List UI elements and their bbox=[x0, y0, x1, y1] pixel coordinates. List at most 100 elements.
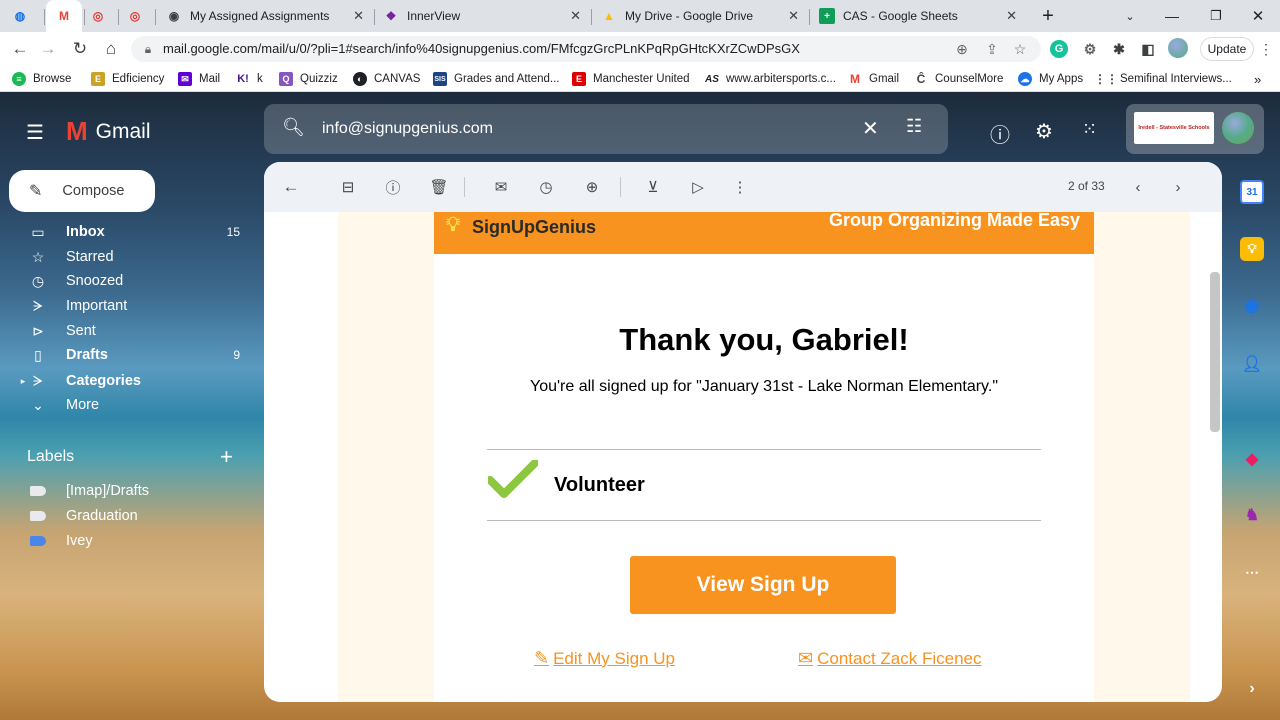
bookmark[interactable]: ◐ CANVAS bbox=[353, 70, 420, 88]
label-item[interactable]: [Imap]/Drafts bbox=[0, 480, 264, 502]
nav-item-more[interactable]: ⌄ More bbox=[0, 393, 264, 417]
reload-icon[interactable]: ↻ bbox=[68, 37, 92, 61]
show-side-panel-chevron-icon[interactable]: › bbox=[1240, 677, 1264, 701]
contacts-icon[interactable]: 👤︎ bbox=[1240, 352, 1264, 376]
calendar-icon[interactable]: 31 bbox=[1240, 180, 1264, 204]
label-item[interactable]: Graduation bbox=[0, 505, 264, 527]
addon-unicorn-icon[interactable]: ♞ bbox=[1240, 503, 1264, 527]
more-addons-icon[interactable]: ⋯ bbox=[1240, 560, 1264, 584]
older-chevron-icon[interactable]: › bbox=[1168, 177, 1188, 197]
newer-chevron-icon[interactable]: ‹ bbox=[1128, 177, 1148, 197]
nav-item-sent[interactable]: ⊳ Sent bbox=[0, 319, 264, 343]
bookmark[interactable]: M Gmail bbox=[848, 70, 899, 88]
back-arrow-icon[interactable]: ← bbox=[8, 37, 32, 61]
forward-arrow-icon[interactable]: → bbox=[36, 37, 60, 61]
bookmark[interactable]: Ĉ CounselMore bbox=[914, 70, 1004, 88]
more-options-icon[interactable]: ⋮ bbox=[730, 177, 750, 197]
account-avatar[interactable] bbox=[1222, 112, 1254, 144]
tab-search-chevron-icon[interactable]: ⌄ bbox=[1110, 0, 1150, 32]
bookmark[interactable]: ☁ My Apps bbox=[1018, 70, 1083, 88]
nav-item-categories[interactable]: ▸ ᗒ Categories bbox=[0, 369, 264, 393]
close-icon[interactable]: ✕ bbox=[1006, 8, 1017, 24]
bookmark[interactable]: AS www.arbitersports.c... bbox=[705, 70, 836, 88]
clear-search-icon[interactable]: ✕ bbox=[862, 116, 879, 141]
main-menu-icon[interactable]: ☰ bbox=[26, 120, 44, 145]
help-icon[interactable]: ⓘ bbox=[990, 119, 1010, 148]
nav-item-starred[interactable]: ☆ Starred bbox=[0, 245, 264, 269]
nav-item-inbox[interactable]: ▭ Inbox 15 bbox=[0, 220, 264, 244]
tab-gmail[interactable]: M bbox=[46, 0, 82, 32]
snooze-clock-icon[interactable]: ◷ bbox=[536, 177, 556, 197]
nav-item-drafts[interactable]: ▯ Drafts 9 bbox=[0, 343, 264, 367]
divider bbox=[487, 520, 1041, 521]
bookmark[interactable]: ✉ Mail bbox=[178, 70, 220, 88]
tab-innerview[interactable]: ❖ InnerView ✕ bbox=[383, 0, 589, 32]
nav-item-snoozed[interactable]: ◷ Snoozed bbox=[0, 269, 264, 293]
bookmark[interactable]: Q Quizziz bbox=[279, 70, 338, 88]
zoom-icon[interactable]: ⊕ bbox=[953, 40, 971, 58]
label-icon[interactable]: ▷ bbox=[688, 177, 708, 197]
gmail-logo[interactable]: M Gmail bbox=[66, 116, 151, 147]
tab-lifebuoy-1[interactable]: ◎ bbox=[90, 0, 114, 32]
apps-grid-icon[interactable]: ⁙ bbox=[1082, 119, 1097, 140]
scrollbar[interactable] bbox=[1210, 272, 1220, 432]
kebab-menu-icon[interactable]: ⋮ bbox=[1254, 37, 1278, 61]
add-task-icon[interactable]: ⊕ bbox=[582, 177, 602, 197]
lock-icon[interactable]: 🔒︎ bbox=[139, 40, 157, 58]
addon-icon[interactable]: ◆ bbox=[1240, 447, 1264, 471]
close-icon[interactable]: ✕ bbox=[353, 8, 364, 24]
minimize-icon[interactable]: — bbox=[1152, 0, 1192, 32]
update-button[interactable]: Update bbox=[1200, 37, 1254, 61]
view-sign-up-button[interactable]: View Sign Up bbox=[630, 556, 896, 614]
bookmark[interactable]: K! k bbox=[236, 70, 263, 88]
extension-gear-icon[interactable]: ⚙ bbox=[1081, 40, 1099, 58]
tab-drive[interactable]: ▲ My Drive - Google Drive ✕ bbox=[601, 0, 807, 32]
account-switcher[interactable]: Iredell - Statesville Schools bbox=[1126, 104, 1264, 154]
edit-sign-up-link[interactable]: ✎ Edit My Sign Up bbox=[534, 648, 675, 669]
mark-unread-icon[interactable]: ✉ bbox=[491, 177, 511, 197]
nav-item-important[interactable]: ᗒ Important bbox=[0, 294, 264, 318]
grammarly-icon[interactable]: G bbox=[1050, 40, 1068, 58]
compose-button[interactable]: ✎ Compose bbox=[9, 170, 155, 212]
spotify-icon: ≡ bbox=[12, 72, 26, 86]
search-bar[interactable]: 🔍︎ info@signupgenius.com ✕ ☷ bbox=[264, 104, 948, 154]
tab-att[interactable]: ◍ bbox=[12, 0, 40, 32]
tasks-icon[interactable]: ◉ bbox=[1240, 294, 1264, 318]
close-icon[interactable]: ✕ bbox=[570, 8, 581, 24]
delete-trash-icon[interactable]: 🗑︎ bbox=[429, 177, 449, 197]
back-to-list-arrow-icon[interactable]: ← bbox=[281, 177, 301, 197]
home-icon[interactable]: ⌂ bbox=[99, 37, 123, 61]
restore-icon[interactable]: ❐ bbox=[1196, 0, 1236, 32]
extensions-puzzle-icon[interactable]: ✱ bbox=[1110, 40, 1128, 58]
bookmark[interactable]: ≡ Browse bbox=[12, 70, 71, 88]
share-icon[interactable]: ⇪ bbox=[983, 40, 1001, 58]
search-input[interactable]: info@signupgenius.com bbox=[322, 120, 493, 138]
tab-sheets[interactable]: + CAS - Google Sheets ✕ bbox=[819, 0, 1025, 32]
report-spam-icon[interactable]: ⓘ bbox=[383, 177, 403, 197]
add-label-plus-icon[interactable]: + bbox=[220, 444, 233, 470]
bookmark-star-icon[interactable]: ☆ bbox=[1011, 40, 1029, 58]
bookmark[interactable]: E Manchester United bbox=[572, 70, 690, 88]
tab-assignments[interactable]: ◉ My Assigned Assignments ✕ bbox=[166, 0, 372, 32]
address-bar[interactable]: 🔒︎ mail.google.com/mail/u/0/?pli=1#searc… bbox=[131, 36, 1041, 62]
tab-lifebuoy-2[interactable]: ◎ bbox=[127, 0, 151, 32]
archive-icon[interactable]: ⊟ bbox=[338, 177, 358, 197]
side-panel-icon[interactable]: ◧ bbox=[1139, 40, 1157, 58]
search-options-icon[interactable]: ☷ bbox=[906, 116, 922, 137]
label-item[interactable]: Ivey bbox=[0, 530, 264, 552]
bookmarks-overflow-icon[interactable]: » bbox=[1254, 70, 1261, 88]
profile-avatar[interactable] bbox=[1168, 38, 1188, 58]
contact-organizer-link[interactable]: ✉ Contact Zack Ficenec bbox=[798, 648, 982, 669]
new-tab-plus-icon[interactable]: + bbox=[1028, 0, 1068, 32]
bookmark-label: Semifinal Interviews... bbox=[1120, 73, 1232, 85]
bookmark[interactable]: E Edficiency bbox=[91, 70, 164, 88]
search-icon[interactable]: 🔍︎ bbox=[282, 117, 305, 138]
window-close-icon[interactable]: ✕ bbox=[1238, 0, 1278, 32]
close-icon[interactable]: ✕ bbox=[788, 8, 799, 24]
settings-gear-icon[interactable]: ⚙ bbox=[1035, 119, 1053, 144]
move-to-icon[interactable]: ⊻ bbox=[643, 177, 663, 197]
bookmark[interactable]: SIS Grades and Attend... bbox=[433, 70, 560, 88]
keep-icon[interactable]: 💡︎ bbox=[1240, 237, 1264, 261]
bookmark[interactable]: ⋮⋮ Semifinal Interviews... bbox=[1094, 70, 1232, 88]
signupgenius-logo[interactable]: 💡︎ SignUpGenius bbox=[446, 214, 596, 240]
